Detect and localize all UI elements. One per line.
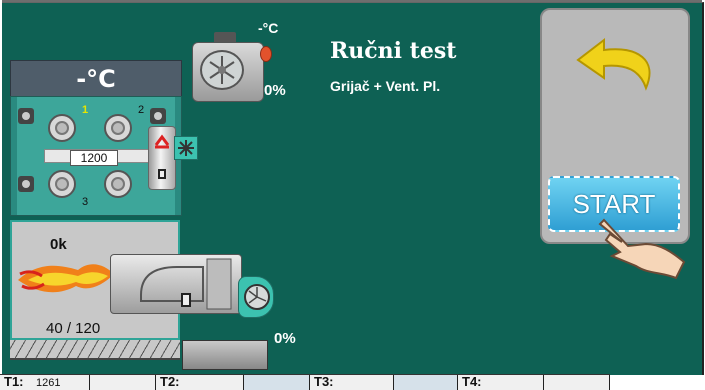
sensor-label: T1:: [4, 374, 24, 389]
burner-body: [110, 254, 242, 314]
back-arrow-icon[interactable]: [574, 34, 660, 94]
sensor-bar: T1: 1261 T2: T3: T4:: [0, 374, 610, 390]
burner-power: 0k: [50, 236, 67, 253]
sensor-t4: T4:: [458, 375, 544, 390]
burner-fan-percent: 0%: [274, 330, 296, 347]
heater-temperature: -°C: [76, 65, 116, 93]
valve-number: 2: [138, 104, 145, 116]
valve-icon: [48, 114, 76, 142]
pointing-hand-icon: [598, 218, 686, 280]
sensor-value: 1261: [36, 377, 61, 389]
thermometer-icon: [260, 46, 272, 62]
sensor-label: T4:: [462, 374, 482, 389]
heater-side-left: [11, 97, 17, 215]
page-subtitle: Grijač + Vent. Pl.: [330, 78, 441, 94]
sensor-spacer: [394, 375, 458, 390]
page-title: Ručni test: [330, 38, 457, 64]
sensor-spacer: [90, 375, 156, 390]
pipe-value: 1200: [70, 150, 118, 166]
valve-icon: [104, 114, 132, 142]
valve-icon: [48, 170, 76, 198]
flame-icon: [18, 264, 114, 293]
sensor-label: T3:: [314, 374, 334, 389]
bolt-icon: [18, 176, 34, 192]
bolt-icon: [150, 108, 166, 124]
pump-cylinder: [148, 126, 176, 190]
heater-header: -°C: [10, 60, 182, 98]
valve-number: 3: [82, 196, 89, 208]
sensor-label: T2:: [160, 374, 180, 389]
pump-fan-icon: [174, 136, 198, 160]
burner-fan-icon: [238, 276, 274, 318]
sensor-t3: T3:: [310, 375, 394, 390]
burner-fraction: 40 / 120: [46, 320, 101, 337]
blower-fan-icon: [200, 50, 244, 90]
valve-icon: [104, 170, 132, 198]
ash-tray: [182, 340, 268, 370]
blower-temperature: -°C: [258, 20, 279, 36]
screen: Ručni test Grijač + Vent. Pl. -°C 0% -°C…: [0, 0, 705, 390]
feeder-spring: [10, 340, 180, 360]
valve-number: 1: [82, 104, 89, 116]
sensor-spacer: [544, 375, 610, 390]
blower-percent: 0%: [264, 82, 286, 99]
sensor-t2: T2:: [156, 375, 244, 390]
sensor-spacer: [244, 375, 310, 390]
bolt-icon: [18, 108, 34, 124]
sensor-t1: T1: 1261: [0, 375, 90, 390]
